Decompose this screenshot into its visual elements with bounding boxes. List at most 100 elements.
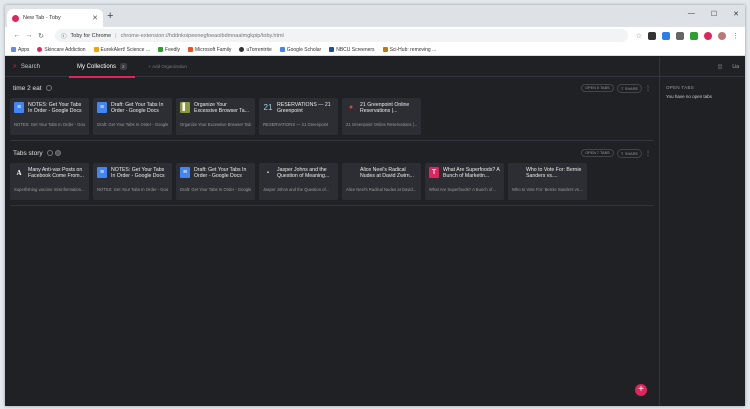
profile-avatar[interactable]	[718, 31, 726, 40]
tab-card[interactable]: ≡ NOTES: Get Your Tabs In Order - Google …	[93, 163, 172, 200]
card-desc: Alice Neel's Radical Nudes at David...	[346, 187, 417, 192]
collection-settings-icon[interactable]	[54, 150, 61, 156]
google-docs-icon: ≡	[97, 102, 107, 113]
bookmark-label: Feedly	[165, 46, 181, 53]
tab-card[interactable]: Who to Vote For: Bernie Sanders vs.... W…	[508, 163, 587, 200]
tab-card[interactable]: T What Are Superfoods? A Bunch of Marketi…	[425, 163, 504, 200]
open-tabs-button[interactable]: OPEN 7 TABS	[581, 149, 614, 157]
url-separator: |	[115, 32, 117, 39]
card-desc: Superfishing vaccine misinformation...	[14, 187, 85, 192]
bookmark-label: Sci-Hub: removing ...	[389, 46, 437, 53]
tab-card[interactable]: Alice Neel's Radical Nudes at David Zwir…	[342, 163, 421, 200]
back-icon[interactable]: ←	[11, 32, 23, 39]
extensions-area: ☆ ⋮	[636, 31, 739, 40]
leaf-icon: ▌	[180, 102, 190, 113]
tab-card[interactable]: ≡ Draft: Get Your Tabs In Order - Google …	[176, 163, 255, 200]
google-docs-icon: ≡	[180, 167, 190, 178]
card-desc: What Are Superfoods? A Bunch of...	[429, 187, 496, 192]
tab-card[interactable]: ≡ Draft: Get Your Tabs In Order - Google …	[93, 98, 172, 135]
sidebar-toggle-icon[interactable]: ◫	[718, 64, 723, 70]
bookmark-favicon-icon	[37, 47, 43, 52]
card-title: Who to Vote For: Bernie Sanders vs....	[526, 167, 582, 180]
close-window-icon[interactable]: ✕	[733, 10, 739, 18]
browser-toolbar: ← → ↻ ⓘ Toby for Chrome | chrome-extensi…	[5, 27, 745, 44]
bookmark-item[interactable]: Feedly	[158, 47, 180, 53]
card-desc: Draft: Get Your Tabs In Order - Google D…	[97, 122, 168, 127]
new-tab-icon[interactable]: +	[107, 11, 113, 22]
user-label[interactable]: Lia	[732, 64, 739, 70]
window-controls: — ☐ ✕	[688, 10, 739, 18]
my-collections-label: My Collections	[77, 63, 117, 70]
bookmark-item[interactable]: Microsoft Family	[188, 47, 231, 53]
reload-icon[interactable]: ↻	[35, 32, 47, 40]
share-button[interactable]: ⇪ SHARE	[616, 83, 642, 93]
collection-title[interactable]: time 2 eat	[13, 85, 42, 92]
card-title: Draft: Get Your Tabs In Order - Google D…	[111, 102, 164, 115]
tab-card[interactable]: ▪ Jasper Johns and the Question of Meanin…	[259, 163, 338, 200]
tab-my-collections[interactable]: My Collections 2	[69, 57, 135, 78]
toby-topbar: ⌕ Search My Collections 2 + Add Organiza…	[5, 57, 659, 78]
tab-card[interactable]: ▌ Organize Your Excessive Browser Ta... O…	[176, 98, 255, 135]
collection-header: Tabs story OPEN 7 TABS ⇪ SHARE ⋮	[5, 146, 659, 160]
extension-icon[interactable]	[690, 31, 698, 40]
reservation-icon: ●	[348, 104, 354, 111]
bookmark-favicon-icon	[188, 47, 194, 52]
tab-card[interactable]: ● 21 Greenpoint Online Reservations |... …	[342, 98, 421, 135]
collection-menu-icon[interactable]: ⋮	[645, 150, 651, 157]
minimize-icon[interactable]: —	[688, 10, 695, 18]
bookmark-item[interactable]: NBCU Screeners	[329, 47, 375, 53]
atlantic-icon: A	[16, 168, 22, 177]
collection-title[interactable]: Tabs story	[13, 150, 43, 157]
browser-window: New Tab - Toby ✕ + — ☐ ✕ ← → ↻ ⓘ Toby fo…	[5, 5, 745, 406]
divider	[10, 205, 654, 206]
card-desc: NOTES: Get Your Tabs In Order - Google D…	[97, 187, 168, 192]
collection-toggle-icon[interactable]	[45, 85, 52, 91]
bookmark-item[interactable]: Apps	[11, 47, 29, 53]
menu-icon[interactable]: ⋮	[732, 32, 739, 40]
collection-toggle-icon[interactable]	[46, 150, 53, 156]
maximize-icon[interactable]: ☐	[711, 10, 717, 18]
card-title: Many Anti-vax Posts on Facebook Come Fro…	[28, 167, 84, 180]
close-tab-icon[interactable]: ✕	[92, 14, 98, 22]
bookmark-favicon-icon	[382, 47, 388, 52]
search-icon: ⌕	[13, 62, 17, 70]
site-info-icon[interactable]: ⓘ	[61, 32, 67, 40]
toby-favicon-icon	[12, 14, 19, 22]
address-bar[interactable]: ⓘ Toby for Chrome | chrome-extension://h…	[55, 29, 628, 42]
bookmark-item[interactable]: Google Scholar	[279, 47, 321, 53]
card-title: 21 Greenpoint Online Reservations |...	[360, 102, 410, 115]
collection-header: time 2 eat OPEN 5 TABS ⇪ SHARE ⋮	[5, 81, 659, 95]
tab-card[interactable]: 21 RESERVATIONS — 21 Greenpoint RESERVATI…	[259, 98, 338, 135]
collections-count-badge: 2	[120, 63, 127, 70]
bookmark-item[interactable]: Sci-Hub: removing ...	[382, 46, 437, 53]
add-collection-button[interactable]: +	[635, 384, 647, 396]
extension-icon[interactable]	[648, 31, 656, 40]
share-button[interactable]: ⇪ SHARE	[616, 148, 642, 158]
extension-icon[interactable]	[676, 31, 684, 40]
site-name: Toby for Chrome	[70, 32, 112, 39]
collection-menu-icon[interactable]: ⋮	[645, 85, 651, 92]
bookmark-item[interactable]: EurekAlert! Science ...	[93, 47, 150, 53]
add-organization-button[interactable]: + Add Organization	[149, 64, 187, 69]
extension-icon[interactable]	[662, 31, 670, 40]
forward-icon[interactable]: →	[23, 32, 35, 39]
tab-card[interactable]: ≡ NOTES: Get Your Tabs In Order - Google …	[10, 98, 89, 135]
open-tabs-button[interactable]: OPEN 5 TABS	[581, 84, 614, 92]
bookmark-favicon-icon	[158, 47, 164, 52]
sidebar-top: ◫ Lia	[660, 57, 745, 77]
tab-strip: New Tab - Toby ✕ + — ☐ ✕	[5, 5, 745, 27]
blank-icon	[346, 167, 356, 178]
open-tabs-sidebar: ◫ Lia OPEN TABS You have no open tabs	[659, 57, 745, 406]
search-button[interactable]: ⌕ Search	[5, 63, 65, 71]
browser-tab[interactable]: New Tab - Toby ✕	[7, 9, 103, 27]
google-docs-icon: ≡	[14, 102, 24, 113]
bookmark-label: uTorrentrite	[246, 46, 272, 53]
bookmark-star-icon[interactable]: ☆	[636, 32, 642, 40]
extension-icon[interactable]	[704, 31, 712, 40]
card-title: NOTES: Get Your Tabs In Order - Google D…	[28, 102, 82, 115]
tab-card[interactable]: A Many Anti-vax Posts on Facebook Come Fr…	[10, 163, 89, 200]
card-grid: ≡ NOTES: Get Your Tabs In Order - Google …	[10, 98, 654, 140]
card-desc: NOTES: Get Your Tabs In Order - Google D…	[14, 122, 85, 127]
bookmark-item[interactable]: Skincare Addiction	[37, 47, 86, 53]
bookmark-item[interactable]: uTorrentrite	[239, 46, 272, 53]
